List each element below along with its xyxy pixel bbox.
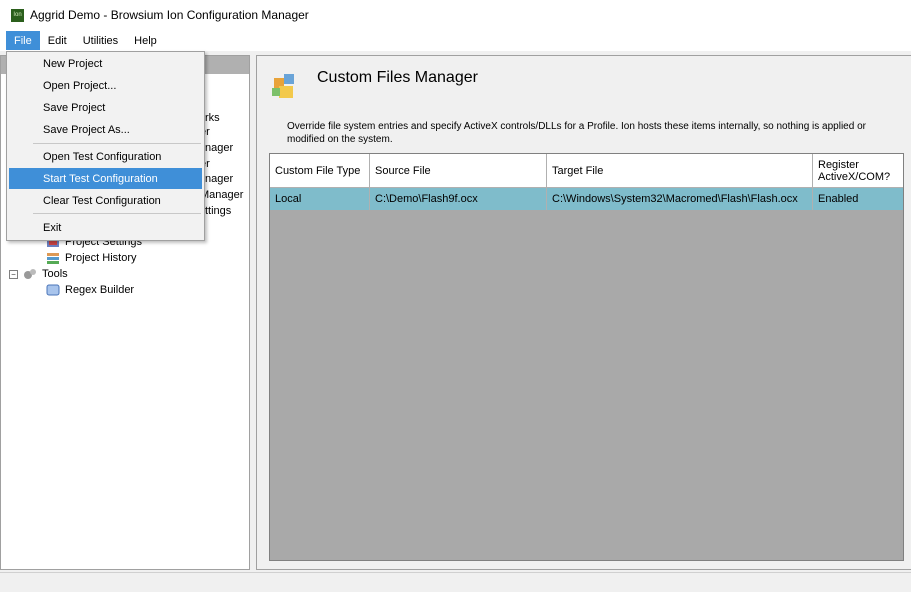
table-row[interactable]: Local C:\Demo\Flash9f.ocx C:\Windows\Sys… (270, 188, 903, 210)
tree-item-partial[interactable]: ttings (205, 205, 231, 217)
menu-file[interactable]: File (6, 31, 40, 50)
menu-separator (33, 143, 201, 144)
menu-item-new-project[interactable]: New Project (9, 53, 202, 74)
regex-icon (45, 283, 61, 297)
title-bar: Ion Aggrid Demo - Browsium Ion Configura… (0, 0, 911, 30)
tree-item-label: Project History (65, 252, 137, 264)
tree-item-partial[interactable]: nager (205, 142, 233, 154)
menu-help[interactable]: Help (126, 31, 165, 50)
tree-item-partial[interactable]: rks (205, 112, 220, 124)
history-icon (45, 251, 61, 265)
cell-type: Local (270, 188, 370, 210)
collapse-icon[interactable]: − (9, 269, 18, 279)
tree-item-label: Tools (42, 268, 68, 280)
custom-files-grid[interactable]: Custom File Type Source File Target File… (269, 153, 904, 561)
column-header-source[interactable]: Source File (370, 154, 547, 187)
menu-item-open-test-configuration[interactable]: Open Test Configuration (9, 146, 202, 167)
gears-icon (22, 267, 38, 281)
file-menu-dropdown: New Project Open Project... Save Project… (6, 51, 205, 241)
menu-bar: File Edit Utilities Help (0, 30, 911, 51)
cell-register: Enabled (818, 193, 859, 205)
tree-item-label: Regex Builder (65, 284, 135, 296)
menu-item-open-project[interactable]: Open Project... (9, 75, 202, 96)
tree-item-regex-builder[interactable]: Regex Builder (45, 283, 134, 297)
page-description: Override file system entries and specify… (287, 121, 866, 145)
window-title: Aggrid Demo - Browsium Ion Configuration… (30, 8, 309, 22)
menu-item-clear-test-configuration[interactable]: Clear Test Configuration (9, 190, 202, 211)
tree-item-tools[interactable]: − Tools (9, 267, 68, 281)
menu-item-start-test-configuration[interactable]: Start Test Configuration (9, 168, 202, 189)
tree-item-partial[interactable]: Manager (200, 189, 243, 201)
app-icon: Ion (11, 8, 24, 22)
menu-item-save-project[interactable]: Save Project (9, 97, 202, 118)
column-header-target[interactable]: Target File (547, 154, 813, 187)
menu-item-exit[interactable]: Exit (9, 217, 202, 238)
menu-item-save-project-as[interactable]: Save Project As... (9, 119, 202, 140)
menu-edit[interactable]: Edit (40, 31, 75, 50)
cell-target: C:\Windows\System32\Macromed\Flash\Flash… (547, 188, 813, 210)
column-header-register[interactable]: Register ActiveX/COM? (813, 154, 903, 187)
menu-separator (33, 213, 201, 214)
tree-item-project-history[interactable]: Project History (45, 251, 137, 265)
tree-item-partial[interactable]: nager (205, 173, 233, 185)
custom-files-panel: Custom Files Manager Override file syste… (256, 55, 911, 570)
cell-source: C:\Demo\Flash9f.ocx (370, 188, 547, 210)
status-bar (0, 572, 911, 592)
grid-header: Custom File Type Source File Target File… (270, 154, 903, 188)
column-header-type[interactable]: Custom File Type (270, 154, 370, 187)
page-title: Custom Files Manager (317, 69, 478, 86)
menu-utilities[interactable]: Utilities (75, 31, 126, 50)
custom-files-icon (271, 70, 299, 100)
